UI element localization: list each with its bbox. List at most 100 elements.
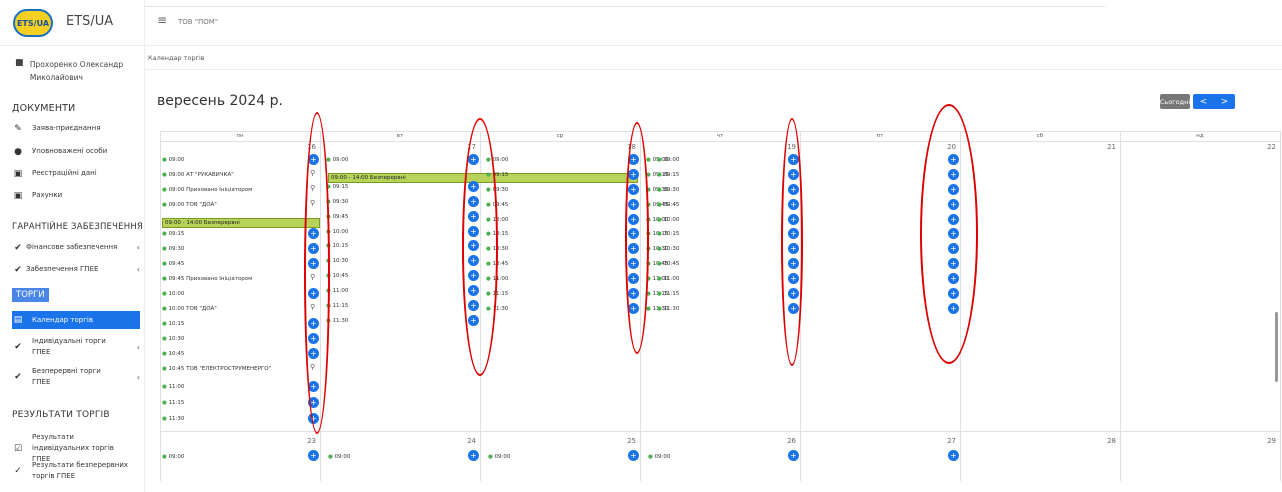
event-text: 10:15 bbox=[332, 243, 349, 249]
event-slot[interactable]: ● 10:15 bbox=[162, 320, 184, 328]
nav-gpee-guarantee[interactable]: ✔ Забезпечення ГПЕЕ ‹ bbox=[12, 264, 140, 275]
event-text: 11:00 bbox=[663, 276, 680, 282]
nav-authorized-persons[interactable]: ● Уповноважені особи bbox=[12, 146, 140, 157]
breadcrumb: Календар торгів bbox=[148, 54, 205, 62]
event-slot[interactable]: ● 10:30 bbox=[162, 335, 184, 343]
event-slot[interactable]: ● 09:00 bbox=[328, 453, 350, 461]
event-text: 09:45 bbox=[332, 214, 349, 220]
event-slot[interactable]: ● 09:00 bbox=[648, 453, 670, 461]
event-text: 09:30 bbox=[168, 246, 185, 252]
check-icon: ✔ bbox=[14, 264, 22, 275]
user-info[interactable]: ■ Прохоренко Олександр Миколайович bbox=[15, 58, 140, 84]
add-bid-button[interactable]: + bbox=[468, 450, 479, 461]
event-slot[interactable]: ● 09:45 bbox=[657, 201, 679, 209]
today-button[interactable]: Сьогодні bbox=[1160, 94, 1190, 109]
event-slot[interactable]: ● 09:45 bbox=[162, 260, 184, 268]
event-slot[interactable]: ● 09:15 bbox=[162, 230, 184, 238]
continuous-trading-banner[interactable]: 09:00 - 14:00 Безперервні bbox=[162, 218, 320, 228]
prev-month-button[interactable]: < bbox=[1200, 97, 1208, 107]
nav-continuous-results[interactable]: ✓ Результати безперервних торгів ГПЕЕ bbox=[12, 460, 140, 482]
user-name: Прохоренко Олександр Миколайович bbox=[29, 60, 124, 82]
day-number[interactable]: 24 bbox=[456, 437, 476, 445]
event-text: 11:30 bbox=[168, 416, 185, 422]
event-slot[interactable]: ● 09:45 Приховано Ініціатором bbox=[162, 275, 252, 283]
hamburger-menu-icon[interactable]: ≡ bbox=[157, 13, 167, 27]
event-slot[interactable]: ● 09:45 bbox=[326, 213, 348, 221]
day-number[interactable]: 25 bbox=[616, 437, 636, 445]
event-text: 10:00 bbox=[332, 229, 349, 235]
add-bid-button[interactable]: + bbox=[788, 450, 799, 461]
event-slot[interactable]: ● 09:00 АТ "РУКАВИЧКА" bbox=[162, 171, 234, 179]
day-number[interactable]: 28 bbox=[1096, 437, 1116, 445]
brand[interactable]: ETS/UA ETS/UA bbox=[0, 0, 145, 46]
event-slot[interactable]: ● 09:30 bbox=[326, 198, 348, 206]
event-slot[interactable]: ● 10:00 bbox=[657, 216, 679, 224]
event-text: 11:15 bbox=[168, 400, 185, 406]
event-text: 09:45 Приховано Ініціатором bbox=[168, 276, 253, 282]
event-slot[interactable]: ● 11:15 bbox=[657, 290, 679, 298]
nav-trading-calendar[interactable]: ▤ Календар торгів bbox=[12, 311, 140, 329]
next-month-button[interactable]: > bbox=[1221, 97, 1229, 107]
day-number[interactable]: 26 bbox=[776, 437, 796, 445]
add-bid-button[interactable]: + bbox=[948, 450, 959, 461]
event-text: 09:45 bbox=[168, 261, 185, 267]
month-nav-buttons: < > bbox=[1193, 94, 1235, 109]
scrollbar[interactable] bbox=[1275, 312, 1278, 382]
event-slot[interactable]: ● 10:15 bbox=[657, 230, 679, 238]
nav-application[interactable]: ✎ Заява-приєднання bbox=[12, 123, 140, 134]
nav-label: Індивідуальні торги ГПЕЕ bbox=[32, 337, 106, 356]
chevron-left-icon: ‹ bbox=[136, 342, 140, 352]
event-slot[interactable]: ● 11:15 bbox=[162, 399, 184, 407]
event-text: 10:15 bbox=[168, 321, 185, 327]
event-slot[interactable]: ● 10:30 bbox=[657, 245, 679, 253]
nav-label: Заява-приєднання bbox=[32, 124, 101, 132]
nav-label: Фінансове забезпечення bbox=[26, 243, 118, 251]
add-bid-button[interactable]: + bbox=[308, 450, 319, 461]
event-slot[interactable]: ● 09:00 bbox=[162, 453, 184, 461]
torgy-title: ТОРГИ bbox=[12, 288, 49, 302]
nav-financial-guarantee[interactable]: ✔ Фінансове забезпечення ‹ bbox=[12, 242, 140, 253]
column-divider bbox=[160, 131, 161, 481]
event-slot[interactable]: ● 09:00 bbox=[162, 156, 184, 164]
results-title: РЕЗУЛЬТАТИ ТОРГІВ bbox=[12, 410, 110, 420]
day-number[interactable]: 22 bbox=[1256, 143, 1276, 151]
event-slot[interactable]: ● 11:00 bbox=[162, 383, 184, 391]
chevron-left-icon: ‹ bbox=[136, 265, 140, 274]
event-slot[interactable]: ● 10:45 bbox=[657, 260, 679, 268]
day-number[interactable]: 27 bbox=[936, 437, 956, 445]
event-slot[interactable]: ● 11:30 bbox=[162, 415, 184, 423]
calendar-title: вересень 2024 р. bbox=[157, 93, 283, 109]
day-number[interactable]: 21 bbox=[1096, 143, 1116, 151]
event-slot[interactable]: ● 09:30 bbox=[657, 186, 679, 194]
nav-invoices[interactable]: ▣ Рахунки bbox=[12, 190, 140, 201]
event-slot[interactable]: ● 09:00 ТОВ "ДОА" bbox=[162, 201, 217, 209]
event-slot[interactable]: ● 09:15 bbox=[657, 171, 679, 179]
nav-label: Забезпечення ГПЕЕ bbox=[26, 265, 99, 273]
event-slot[interactable]: ● 09:00 bbox=[326, 156, 348, 164]
double-check-icon: ✔ bbox=[14, 372, 22, 382]
event-slot[interactable]: ● 10:00 ТОВ "ДОА" bbox=[162, 305, 217, 313]
event-text: 10:45 ТОВ "ЕЛЕКТРОСТРУМЕНЕРГО" bbox=[168, 366, 272, 372]
event-slot[interactable]: ● 09:00 bbox=[657, 156, 679, 164]
nav-continuous-trading[interactable]: ✔ Безперервні торги ГПЕЕ ‹ bbox=[12, 366, 140, 388]
event-slot[interactable]: ● 09:00 Приховано Ініціатором bbox=[162, 186, 252, 194]
nav-individual-trading[interactable]: ✔ Індивідуальні торги ГПЕЕ ‹ bbox=[12, 336, 140, 358]
event-slot[interactable]: ● 11:30 bbox=[657, 305, 679, 313]
topbar: ≡ ТОВ "ПОМ" bbox=[145, 0, 1282, 46]
event-text: 11:00 bbox=[168, 384, 185, 390]
row-divider bbox=[160, 431, 1280, 432]
event-text: 10:30 bbox=[332, 258, 349, 264]
event-slot[interactable]: ● 09:30 bbox=[162, 245, 184, 253]
event-slot[interactable]: ● 09:15 bbox=[326, 183, 348, 191]
event-slot[interactable]: ● 10:00 bbox=[162, 290, 184, 298]
event-slot[interactable]: ● 10:45 ТОВ "ЕЛЕКТРОСТРУМЕНЕРГО" bbox=[162, 365, 271, 373]
day-number[interactable]: 23 bbox=[296, 437, 316, 445]
nav-registration-data[interactable]: ▣ Реєстраційні дані bbox=[12, 168, 140, 179]
day-number[interactable]: 29 bbox=[1256, 437, 1276, 445]
add-bid-button[interactable]: + bbox=[628, 450, 639, 461]
event-slot[interactable]: ● 11:00 bbox=[657, 275, 679, 283]
event-slot[interactable]: ● 10:45 bbox=[162, 350, 184, 358]
check-icon: ✔ bbox=[14, 342, 22, 352]
event-slot[interactable]: ● 09:00 bbox=[488, 453, 510, 461]
event-text: 11:30 bbox=[332, 318, 349, 324]
